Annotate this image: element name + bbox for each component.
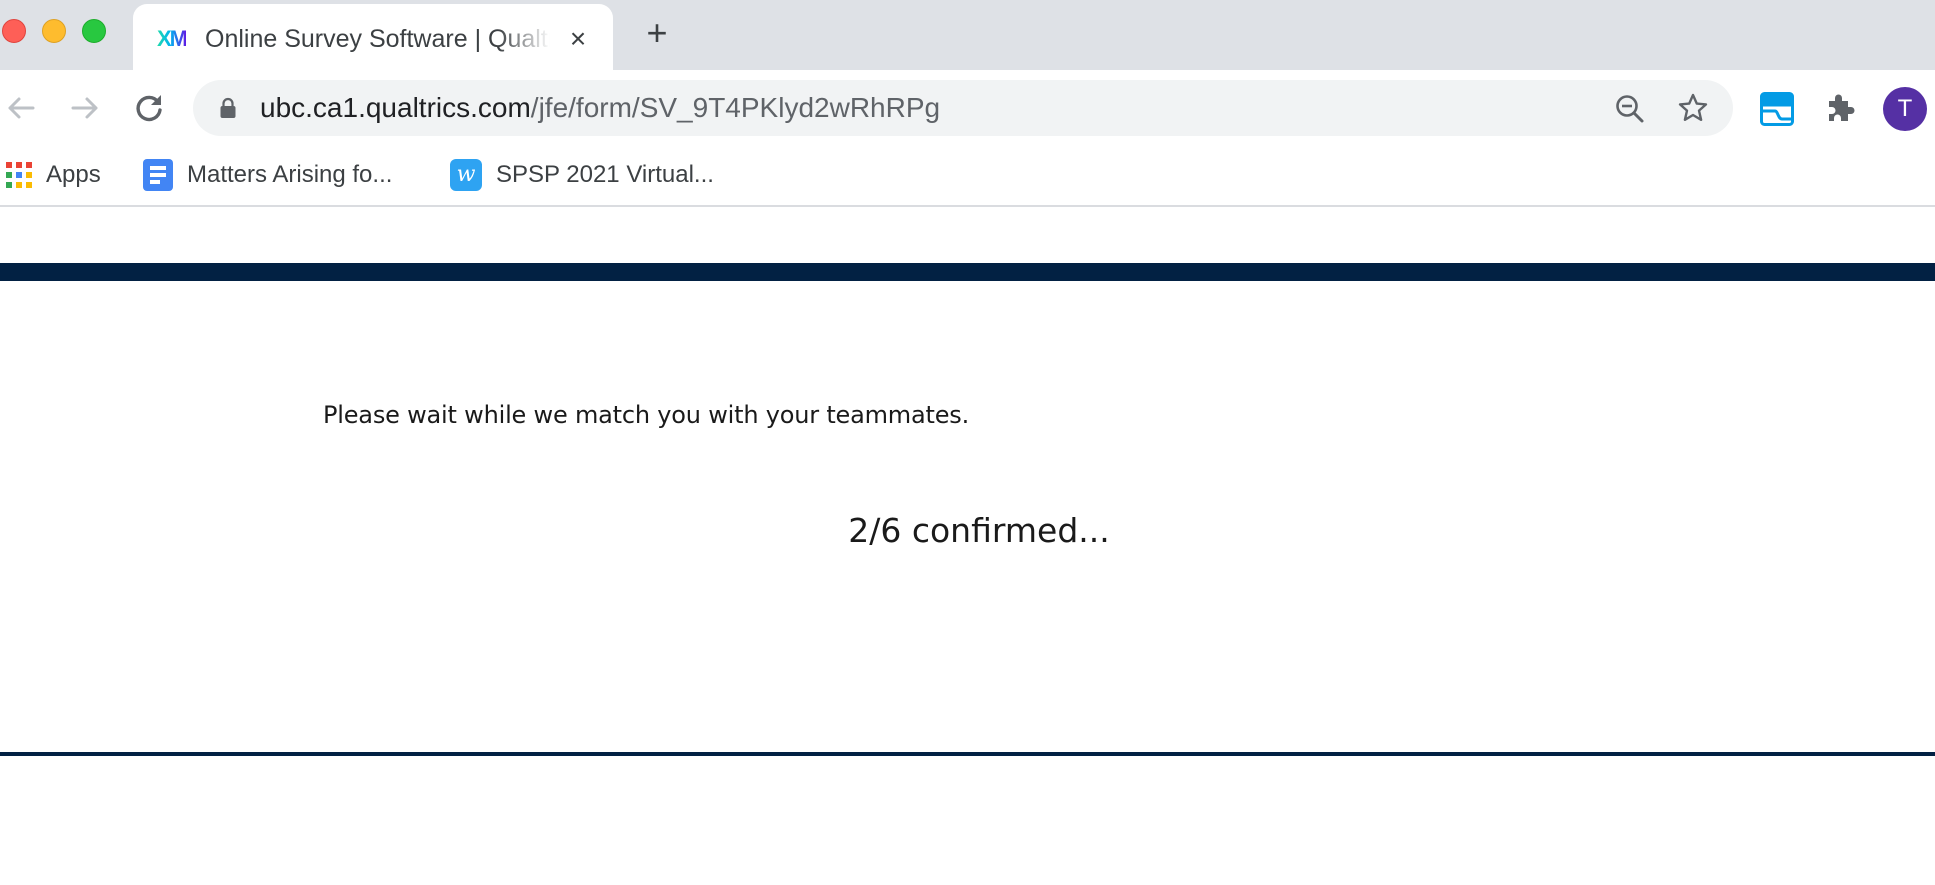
bookmark-star-icon[interactable] bbox=[1677, 92, 1709, 124]
lock-icon[interactable] bbox=[219, 97, 237, 119]
window-minimize-button[interactable] bbox=[42, 19, 66, 43]
confirmation-status: 2/6 confirmed... bbox=[848, 511, 1110, 550]
tab-title: Online Survey Software | Qualtrics Surve… bbox=[205, 25, 550, 53]
reload-icon[interactable] bbox=[131, 90, 167, 126]
browser-tab-active[interactable]: XM Online Survey Software | Qualtrics Su… bbox=[133, 4, 613, 70]
forward-arrow-icon[interactable] bbox=[67, 90, 103, 126]
google-docs-icon bbox=[143, 159, 173, 191]
window-maximize-button[interactable] bbox=[82, 19, 106, 43]
bookmark-label: SPSP 2021 Virtual... bbox=[496, 161, 714, 188]
survey-footer-divider bbox=[0, 752, 1935, 756]
bookmarks-bar: Apps Matters Arising fo... w SPSP 2021 V… bbox=[0, 145, 1935, 207]
extension-window-icon[interactable] bbox=[1760, 92, 1794, 126]
back-arrow-icon[interactable] bbox=[3, 90, 39, 126]
tab-close-icon[interactable]: × bbox=[563, 24, 593, 54]
zoom-out-icon[interactable] bbox=[1615, 94, 1645, 124]
address-bar[interactable]: ubc.ca1.qualtrics.com/jfe/form/SV_9T4PKl… bbox=[193, 80, 1733, 136]
survey-page: Please wait while we match you with your… bbox=[0, 209, 1935, 885]
w-app-icon: w bbox=[450, 159, 482, 191]
window-close-button[interactable] bbox=[2, 19, 26, 43]
bookmark-matters-arising[interactable]: Matters Arising fo... bbox=[143, 157, 392, 193]
apps-grid-icon bbox=[6, 162, 32, 188]
bookmark-spsp-2021[interactable]: w SPSP 2021 Virtual... bbox=[450, 157, 714, 193]
url-text[interactable]: ubc.ca1.qualtrics.com/jfe/form/SV_9T4PKl… bbox=[260, 92, 940, 124]
qualtrics-xm-icon: XM bbox=[157, 26, 188, 51]
new-tab-button[interactable]: + bbox=[640, 15, 674, 51]
browser-toolbar: ubc.ca1.qualtrics.com/jfe/form/SV_9T4PKl… bbox=[0, 70, 1935, 145]
extensions-puzzle-icon[interactable] bbox=[1822, 91, 1858, 127]
bookmark-apps[interactable]: Apps bbox=[6, 157, 101, 193]
bookmark-label: Apps bbox=[46, 161, 101, 188]
browser-tab-strip: XM Online Survey Software | Qualtrics Su… bbox=[0, 0, 1935, 70]
bookmark-label: Matters Arising fo... bbox=[187, 161, 393, 188]
url-host: ubc.ca1.qualtrics.com bbox=[260, 92, 531, 123]
profile-avatar[interactable]: T bbox=[1883, 87, 1927, 131]
survey-header-bar bbox=[0, 263, 1935, 281]
waiting-instruction: Please wait while we match you with your… bbox=[323, 401, 970, 429]
url-path: /jfe/form/SV_9T4PKlyd2wRhRPg bbox=[530, 92, 941, 123]
